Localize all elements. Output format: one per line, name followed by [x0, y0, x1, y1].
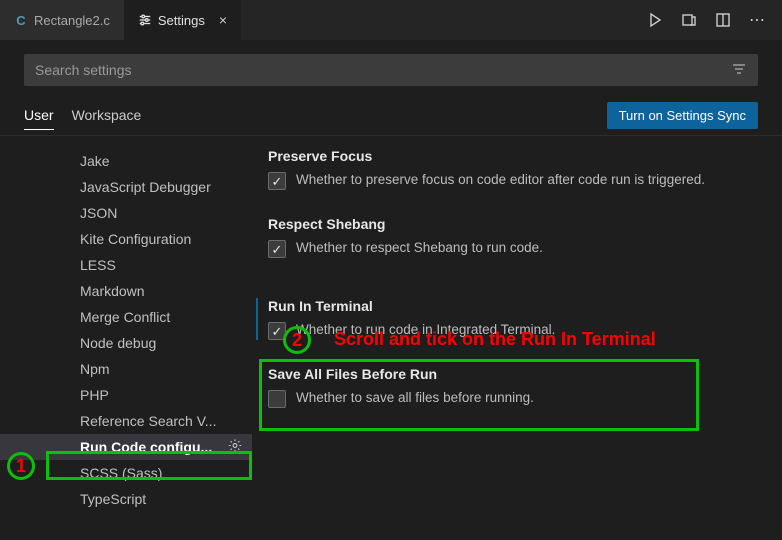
setting-title: Respect Shebang	[268, 216, 762, 232]
scope-tab-user[interactable]: User	[24, 101, 54, 130]
checkbox-save-all-files[interactable]	[268, 390, 286, 408]
sidebar-item-less[interactable]: LESS	[0, 252, 252, 278]
run-icon[interactable]	[646, 11, 664, 29]
scope-tab-workspace[interactable]: Workspace	[72, 101, 142, 130]
tab-label: Settings	[158, 13, 205, 28]
gear-icon[interactable]	[228, 439, 242, 456]
sidebar-item-node-debug[interactable]: Node debug	[0, 330, 252, 356]
sidebar-item-label: Run Code configu...	[80, 439, 212, 455]
setting-description: Whether to preserve focus on code editor…	[296, 170, 705, 190]
split-editor-icon[interactable]	[714, 11, 732, 29]
filter-icon[interactable]	[731, 61, 747, 80]
sidebar-item-merge-conflict[interactable]: Merge Conflict	[0, 304, 252, 330]
settings-content: Preserve Focus Whether to preserve focus…	[252, 136, 782, 540]
sidebar-item-php[interactable]: PHP	[0, 382, 252, 408]
sidebar-item-markdown[interactable]: Markdown	[0, 278, 252, 304]
tab-rectangle2[interactable]: C Rectangle2.c	[0, 0, 124, 40]
sidebar-item-typescript[interactable]: TypeScript	[0, 486, 252, 512]
sidebar-item-reference-search-view[interactable]: Reference Search V...	[0, 408, 252, 434]
search-input[interactable]	[35, 62, 731, 78]
settings-sidebar: Jake JavaScript Debugger JSON Kite Confi…	[0, 136, 252, 540]
open-preview-icon[interactable]	[680, 11, 698, 29]
setting-description: Whether to save all files before running…	[296, 388, 534, 408]
tab-label: Rectangle2.c	[34, 13, 110, 28]
tab-settings[interactable]: Settings ×	[124, 0, 241, 40]
setting-respect-shebang: Respect Shebang Whether to respect Sheba…	[268, 216, 762, 258]
settings-icon	[138, 13, 152, 27]
setting-run-in-terminal: Run In Terminal Whether to run code in I…	[256, 298, 762, 340]
scope-row: User Workspace Turn on Settings Sync	[0, 96, 782, 136]
close-icon[interactable]: ×	[219, 12, 227, 28]
sidebar-item-kite-configuration[interactable]: Kite Configuration	[0, 226, 252, 252]
setting-description: Whether to respect Shebang to run code.	[296, 238, 543, 258]
sidebar-item-scss-sass[interactable]: SCSS (Sass)	[0, 460, 252, 486]
search-box[interactable]	[24, 54, 758, 86]
setting-title: Run In Terminal	[268, 298, 762, 314]
setting-save-all-files-before-run: Save All Files Before Run Whether to sav…	[268, 366, 762, 408]
checkbox-preserve-focus[interactable]	[268, 172, 286, 190]
sidebar-item-javascript-debugger[interactable]: JavaScript Debugger	[0, 174, 252, 200]
more-icon[interactable]: ⋯	[748, 11, 766, 29]
tab-actions: ⋯	[646, 11, 782, 29]
sidebar-item-run-code-configuration[interactable]: Run Code configu...	[0, 434, 252, 460]
setting-title: Save All Files Before Run	[268, 366, 762, 382]
setting-description: Whether to run code in Integrated Termin…	[296, 320, 555, 340]
sidebar-item-npm[interactable]: Npm	[0, 356, 252, 382]
setting-preserve-focus: Preserve Focus Whether to preserve focus…	[268, 148, 762, 190]
checkbox-run-in-terminal[interactable]	[268, 322, 286, 340]
editor-tab-bar: C Rectangle2.c Settings × ⋯	[0, 0, 782, 40]
c-file-icon: C	[14, 13, 28, 27]
setting-title: Preserve Focus	[268, 148, 762, 164]
settings-sync-button[interactable]: Turn on Settings Sync	[607, 102, 758, 129]
checkbox-respect-shebang[interactable]	[268, 240, 286, 258]
sidebar-item-json[interactable]: JSON	[0, 200, 252, 226]
sidebar-item-jake[interactable]: Jake	[0, 148, 252, 174]
